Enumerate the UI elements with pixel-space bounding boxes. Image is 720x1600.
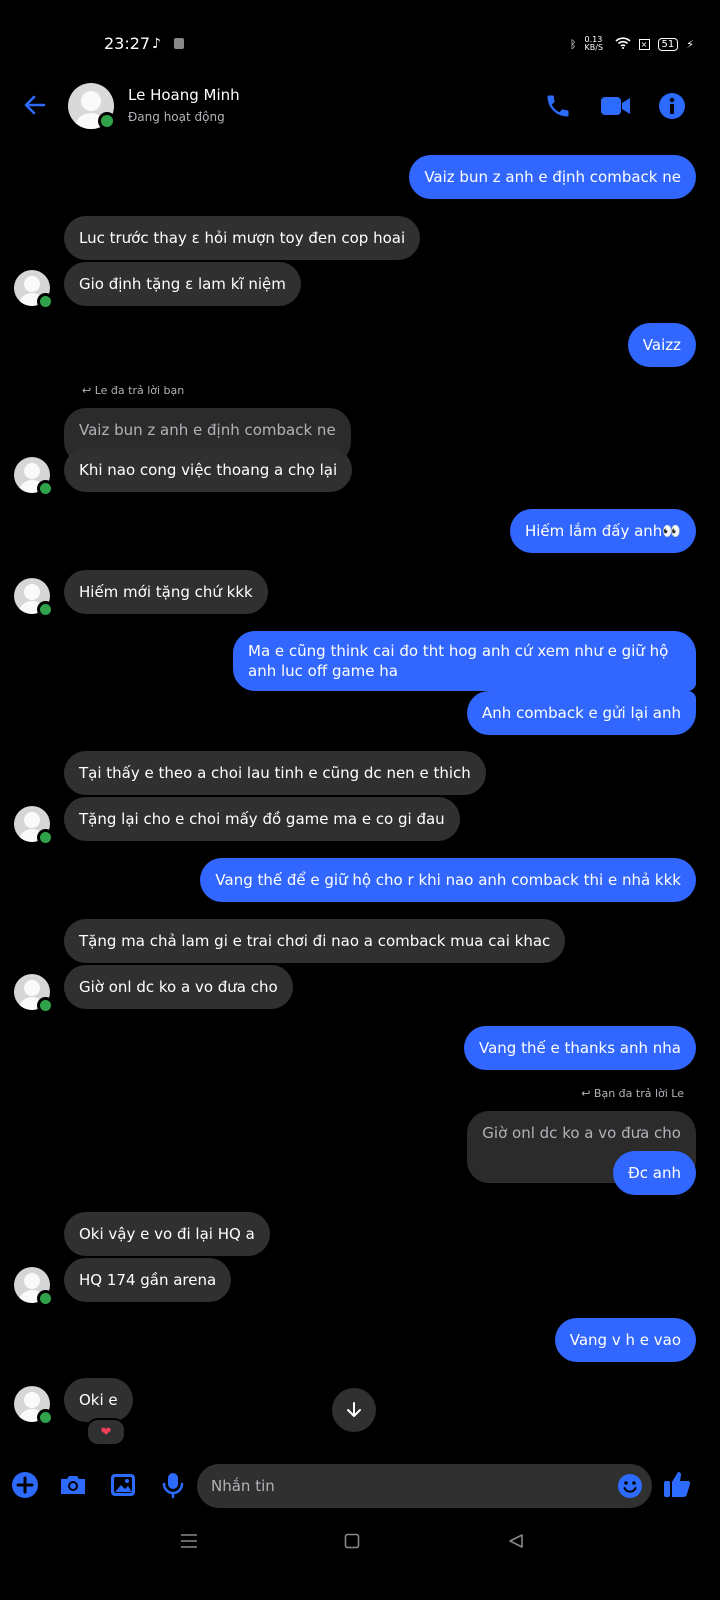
arrow-left-icon bbox=[24, 95, 46, 115]
message-bubble-outgoing[interactable]: Anh comback e gửi lại anh bbox=[467, 691, 696, 735]
message-bubble-incoming[interactable]: Hiếm mới tặng chứ kkk bbox=[64, 570, 268, 614]
reply-indicator: ↩ Le đa trả lời bạn bbox=[82, 384, 185, 397]
home-nav-button[interactable] bbox=[344, 1530, 360, 1554]
message-bubble-incoming[interactable]: HQ 174 gần arena bbox=[64, 1258, 232, 1302]
message-bubble-incoming[interactable]: Khi nao cong việc thoang a chọ lại bbox=[64, 448, 353, 492]
info-button[interactable] bbox=[658, 92, 686, 120]
message-bubble-outgoing[interactable]: Vaiz bun z anh e định comback ne bbox=[409, 155, 696, 199]
message-input-placeholder: Nhắn tin bbox=[211, 1477, 275, 1495]
online-indicator bbox=[37, 293, 54, 310]
status-time: 23:27 bbox=[104, 34, 151, 53]
online-indicator bbox=[37, 480, 54, 497]
online-indicator bbox=[37, 997, 54, 1014]
message-bubble-incoming[interactable]: Oki e bbox=[64, 1378, 133, 1422]
net-speed: 0.13 KB/S bbox=[584, 35, 604, 52]
contact-name[interactable]: Le Hoang Minh bbox=[128, 86, 240, 104]
info-icon bbox=[659, 93, 685, 119]
online-indicator bbox=[37, 1290, 54, 1307]
triangle-back-icon bbox=[509, 1534, 523, 1548]
message-bubble-incoming[interactable]: Giờ onl dc ko a vo đưa cho bbox=[64, 965, 293, 1009]
message-bubble-outgoing[interactable]: Vaizz bbox=[627, 323, 696, 367]
microphone-icon bbox=[162, 1473, 184, 1499]
notification-icon bbox=[174, 38, 184, 49]
reply-indicator: ↩ Bạn đa trả lời Le bbox=[581, 1087, 684, 1100]
message-bubble-outgoing[interactable]: Ma e cũng think cai đo tht hog anh cứ xe… bbox=[233, 631, 696, 691]
message-bubble-incoming[interactable]: Oki vậy e vo đi lại HQ a bbox=[64, 1212, 270, 1256]
home-square-icon bbox=[344, 1533, 360, 1549]
image-icon bbox=[111, 1474, 135, 1496]
message-bubble-incoming[interactable]: Tặng lại cho e choi mấy đồ game ma e co … bbox=[64, 797, 460, 841]
bluetooth-icon: ᛒ bbox=[569, 37, 577, 51]
video-call-button[interactable] bbox=[600, 92, 632, 120]
message-bubble-incoming[interactable]: Tại thấy e theo a choi lau tinh e cũng d… bbox=[64, 751, 486, 795]
video-camera-icon bbox=[601, 97, 630, 115]
emoji-button[interactable] bbox=[616, 1472, 644, 1500]
reply-icon: ↩ bbox=[581, 1087, 594, 1100]
online-indicator bbox=[98, 112, 116, 130]
reply-icon: ↩ bbox=[82, 384, 95, 397]
message-bubble-outgoing[interactable]: Vang v h e vao bbox=[554, 1318, 696, 1362]
menu-nav-button[interactable] bbox=[180, 1530, 198, 1554]
arrow-down-icon bbox=[347, 1402, 361, 1417]
message-bubble-outgoing[interactable]: Vang thế e thanks anh nha bbox=[463, 1026, 696, 1070]
message-bubble-outgoing[interactable]: Hiếm lắm đấy anh👀 bbox=[509, 509, 696, 553]
emoji-icon bbox=[618, 1474, 642, 1498]
back-button[interactable] bbox=[22, 92, 48, 118]
call-button[interactable] bbox=[544, 92, 572, 120]
message-input[interactable]: Nhắn tin bbox=[197, 1464, 652, 1508]
message-bubble-incoming[interactable]: Tặng ma chả lam gi e trai chơi đi nao a … bbox=[64, 919, 566, 963]
menu-icon bbox=[181, 1534, 197, 1548]
status-icons: ᛒ 0.13 KB/S × 51 ⚡ bbox=[570, 36, 694, 52]
microphone-button[interactable] bbox=[158, 1470, 188, 1500]
phone-icon bbox=[547, 95, 569, 117]
online-indicator bbox=[37, 601, 54, 618]
message-bubble-outgoing[interactable]: Vang thế để e giữ hộ cho r khi nao anh c… bbox=[200, 858, 696, 902]
tiktok-icon: ♪ bbox=[152, 36, 161, 52]
wifi-icon bbox=[614, 36, 631, 52]
message-bubble-outgoing[interactable]: Đc anh bbox=[613, 1151, 696, 1195]
scroll-to-bottom-button[interactable] bbox=[332, 1388, 376, 1432]
camera-icon bbox=[61, 1476, 85, 1494]
gallery-button[interactable] bbox=[108, 1470, 138, 1500]
back-nav-button[interactable] bbox=[508, 1530, 524, 1554]
like-button[interactable] bbox=[662, 1468, 692, 1500]
add-button[interactable] bbox=[10, 1470, 40, 1500]
charging-icon: ⚡ bbox=[686, 37, 694, 51]
message-bubble-incoming[interactable]: Gio định tặng ε lam kĩ niệm bbox=[64, 262, 301, 306]
camera-button[interactable] bbox=[58, 1470, 88, 1500]
online-indicator bbox=[37, 829, 54, 846]
sim-icon: × bbox=[638, 38, 650, 50]
contact-status: Đang hoạt động bbox=[128, 110, 225, 124]
heart-reaction[interactable]: ❤ bbox=[86, 1418, 126, 1446]
online-indicator bbox=[37, 1409, 54, 1426]
message-bubble-incoming[interactable]: Luc trước thay ε hỏi mượn toy đen cop ho… bbox=[64, 216, 421, 260]
thumbs-up-icon bbox=[664, 1472, 691, 1497]
plus-icon bbox=[12, 1472, 38, 1498]
battery-icon: 51 bbox=[657, 37, 679, 51]
